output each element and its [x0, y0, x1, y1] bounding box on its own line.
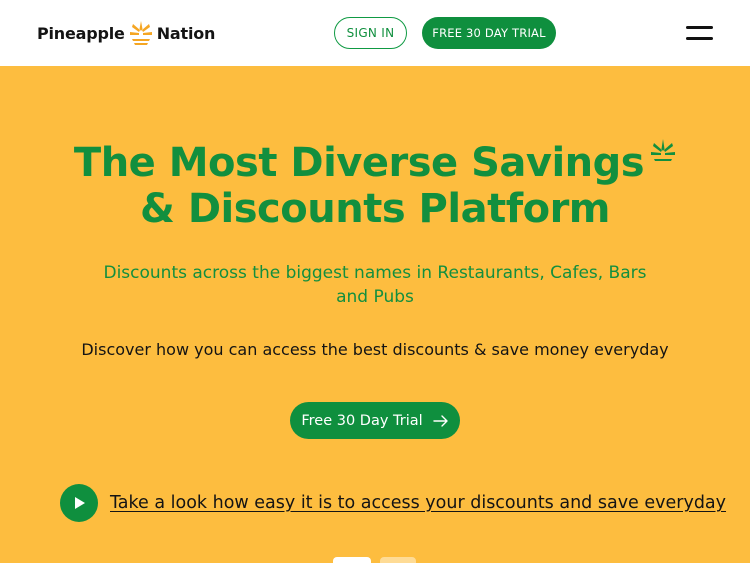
sign-in-button[interactable]: SIGN IN	[334, 17, 407, 49]
video-link[interactable]: Take a look how easy it is to access you…	[110, 493, 726, 513]
menu-icon[interactable]	[686, 24, 714, 42]
play-button[interactable]	[60, 484, 98, 522]
hero-headline: The Most Diverse Savings & Discounts Pla…	[60, 138, 690, 232]
carousel-dot-active[interactable]	[333, 557, 371, 563]
free-trial-cta-button[interactable]: Free 30 Day Trial	[290, 402, 460, 439]
pineapple-leaf-icon	[651, 139, 676, 161]
carousel-dots	[333, 557, 417, 563]
free-trial-header-button[interactable]: FREE 30 DAY TRIAL	[422, 17, 556, 49]
pineapple-logo-icon	[129, 21, 152, 45]
hero-subheadline: Discounts across the biggest names in Re…	[103, 263, 647, 307]
brand-logo[interactable]: Pineapple Nation	[37, 19, 215, 47]
brand-name-left: Pineapple	[37, 23, 125, 43]
hero-description: Discover how you can access the best dis…	[81, 340, 669, 359]
site-header: Pineapple Nation SIGN IN FREE 30 DAY TRI…	[0, 0, 750, 66]
brand-name-right: Nation	[156, 23, 216, 43]
cta-label: Free 30 Day Trial	[301, 412, 423, 429]
arrow-right-icon	[432, 414, 448, 427]
play-icon	[75, 497, 85, 509]
headline-line-2: & Discounts Platform	[140, 186, 610, 232]
headline-line-1: The Most Diverse Savings	[73, 140, 645, 186]
video-link-row: Take a look how easy it is to access you…	[60, 484, 726, 522]
carousel-dot[interactable]	[380, 557, 416, 563]
